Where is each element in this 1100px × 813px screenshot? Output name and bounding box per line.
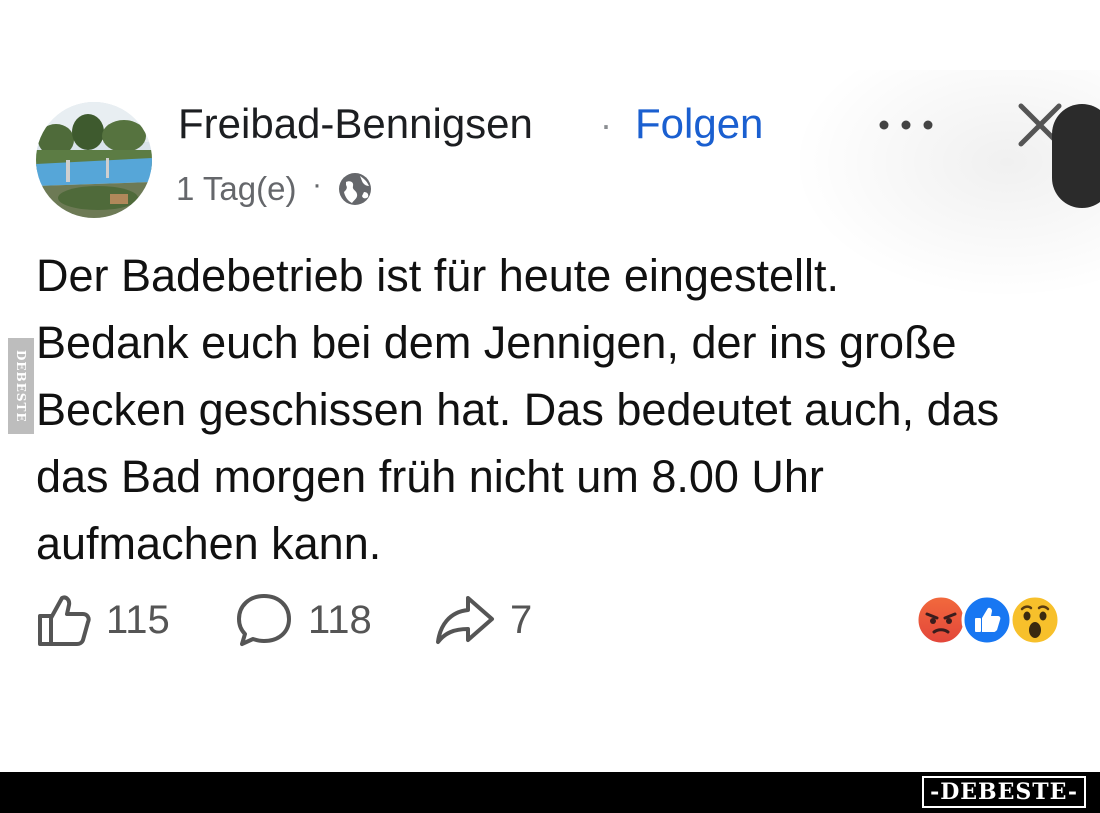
- post-text-line: Der Badebetrieb ist für heute eingestell…: [36, 250, 839, 301]
- angry-reaction-icon: [915, 594, 967, 646]
- scrollbar-thumb[interactable]: [1052, 104, 1100, 208]
- name-separator: ·: [600, 104, 612, 145]
- page-avatar[interactable]: [36, 102, 152, 218]
- comment-button[interactable]: 118: [234, 590, 372, 650]
- wow-reaction-icon: [1009, 594, 1061, 646]
- side-watermark: DEBESTE: [8, 338, 34, 434]
- post-body-text: Der Badebetrieb ist für heute eingestell…: [36, 242, 1076, 577]
- footer-watermark-logo: -DEBESTE-: [922, 776, 1086, 808]
- share-button[interactable]: 7: [434, 590, 532, 650]
- post-text-line: Bedank euch bei dem Jennigen, der ins gr…: [36, 317, 957, 368]
- footer-bar: -DEBESTE-: [0, 772, 1100, 813]
- globe-icon: [336, 170, 374, 208]
- meta-separator: ·: [312, 168, 322, 201]
- page-name-link[interactable]: Freibad-Bennigsen: [178, 100, 533, 148]
- thumbs-up-icon: [38, 595, 91, 646]
- follow-button[interactable]: Folgen: [635, 100, 763, 148]
- more-options-icon[interactable]: [876, 110, 936, 140]
- like-button[interactable]: 115: [36, 590, 170, 650]
- post-timestamp[interactable]: 1 Tag(e): [176, 170, 296, 208]
- post-text-line: Becken geschissen hat. Das bedeutet auch…: [36, 384, 1000, 435]
- reactions-summary[interactable]: [915, 594, 1065, 648]
- facebook-post: Freibad-Bennigsen · Folgen 1 Tag(e) · De…: [0, 0, 1100, 772]
- comment-count: 118: [308, 597, 372, 642]
- post-text-line: das Bad morgen früh nicht um 8.00 Uhr: [36, 451, 824, 502]
- share-icon: [436, 596, 494, 644]
- post-text-line: aufmachen kann.: [36, 518, 382, 569]
- share-count: 7: [510, 597, 533, 642]
- like-count: 115: [106, 597, 170, 642]
- comment-icon: [237, 594, 291, 646]
- like-reaction-icon: [961, 594, 1013, 646]
